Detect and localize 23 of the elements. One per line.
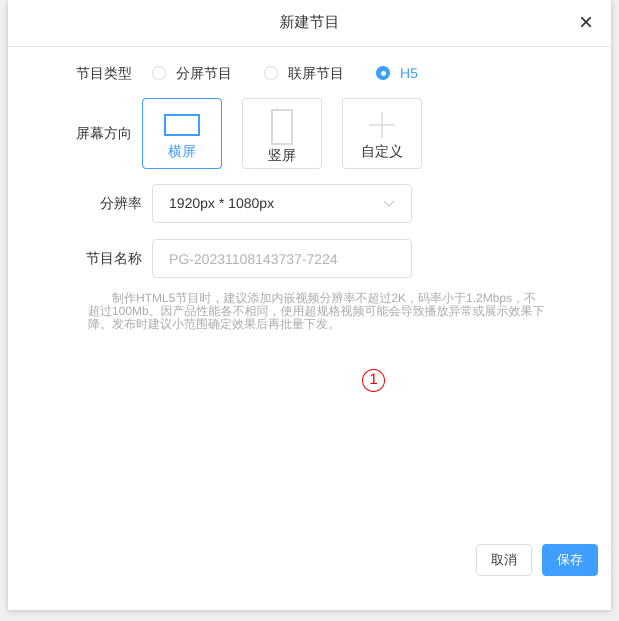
radio-button[interactable]	[152, 66, 166, 80]
chevron-down-icon	[383, 200, 395, 207]
field-label: 节目类型	[75, 64, 133, 82]
orientation-card[interactable]: 竖屏	[242, 98, 322, 169]
orientation-card[interactable]: 自定义	[342, 98, 422, 169]
close-button[interactable]: ×	[578, 12, 593, 34]
name-input[interactable]: PG-20231108143737-7224	[152, 239, 412, 278]
radio-option[interactable]: 联屏节目	[264, 62, 344, 84]
radio-button[interactable]	[264, 66, 278, 80]
resolution-select[interactable]: 1920px * 1080px	[152, 184, 412, 223]
field-label: 屏幕方向	[75, 124, 133, 143]
plus-icon	[369, 112, 395, 138]
hint-text: 制作HTML5节目时，建议添加内嵌视频分辨率不超过2K，码率小于1.2Mbps，不超过100Mb。因产品性能各不相同，使用超规格视频可能会导致播放异常或展示效果下降。发布时建议小范围确定效果后再批量下发。	[88, 292, 546, 331]
annotation-marker: 1	[362, 369, 385, 392]
select-value: 1920px * 1080px	[169, 194, 274, 213]
radio-button[interactable]	[376, 66, 390, 80]
portrait-screen-icon	[271, 109, 293, 145]
field-label: 分辨率	[99, 194, 143, 213]
radio-option[interactable]: 分屏节目	[152, 62, 232, 84]
field-label: 节目名称	[85, 249, 143, 268]
landscape-screen-icon	[164, 114, 200, 136]
dialog-title: 新建节目	[280, 12, 340, 33]
cancel-button[interactable]: 取消	[476, 544, 532, 576]
